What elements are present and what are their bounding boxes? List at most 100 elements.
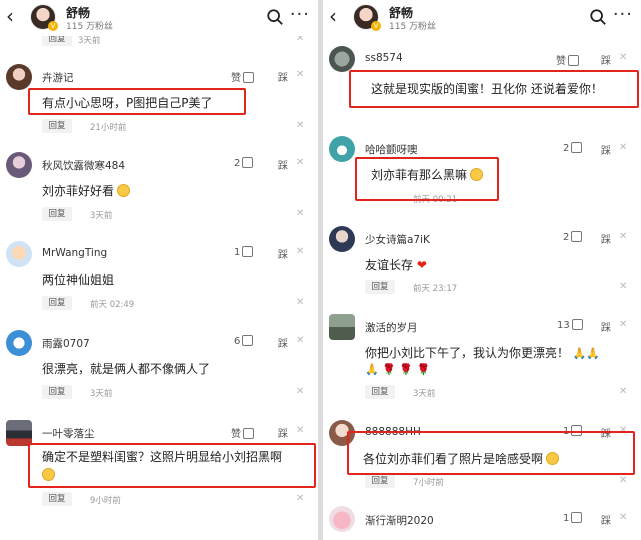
- praying-hands-emoji-icon: 🙏🙏: [569, 347, 600, 360]
- reply-button[interactable]: 回复: [42, 296, 72, 310]
- like-button[interactable]: 赞: [231, 425, 254, 440]
- comment-username[interactable]: 雨露0707: [42, 336, 90, 351]
- highlight-box: [28, 443, 316, 488]
- close-icon[interactable]: ✕: [296, 120, 304, 131]
- highlight-box: [349, 70, 639, 108]
- close-icon[interactable]: ✕: [296, 386, 304, 397]
- comment-username[interactable]: ss8574: [365, 52, 403, 64]
- dislike-button[interactable]: 踩: [601, 512, 611, 527]
- like-button[interactable]: 1: [563, 512, 583, 524]
- profile-avatar[interactable]: V: [353, 4, 381, 31]
- dislike-button[interactable]: 踩: [601, 142, 611, 157]
- page: ‹ V 舒畅 115 万粉丝 ··· 回复 3天前 ✕ 卉游记 赞 踩 ✕ 有点…: [0, 0, 641, 540]
- dislike-button[interactable]: 踩: [278, 157, 288, 172]
- dislike-button[interactable]: 踩: [601, 231, 611, 246]
- close-icon[interactable]: ✕: [619, 231, 627, 242]
- comment-time: 3天前: [413, 389, 436, 399]
- thumbs-up-icon: [571, 512, 583, 523]
- like-button[interactable]: 赞: [556, 52, 579, 67]
- user-avatar[interactable]: [329, 46, 355, 72]
- comment-username[interactable]: 激活的岁月: [365, 320, 418, 335]
- comment-username[interactable]: 少女诗篇a7iK: [365, 232, 430, 247]
- reply-button[interactable]: 回复: [42, 207, 72, 221]
- comment-time: 7小时前: [413, 478, 444, 488]
- close-icon[interactable]: ✕: [619, 281, 627, 292]
- reply-button[interactable]: 回复: [365, 474, 395, 488]
- dislike-button[interactable]: 踩: [601, 319, 611, 334]
- user-avatar[interactable]: [6, 420, 32, 446]
- close-icon[interactable]: ✕: [619, 142, 627, 153]
- thumbs-up-icon: [242, 335, 254, 346]
- comment-text: 刘亦菲好好看: [42, 182, 131, 199]
- like-button[interactable]: 2: [563, 142, 583, 154]
- close-icon[interactable]: ✕: [296, 69, 304, 80]
- close-icon[interactable]: ✕: [296, 493, 304, 504]
- praying-hands-emoji-icon: 🙏: [365, 363, 379, 376]
- close-icon[interactable]: ✕: [296, 297, 304, 308]
- close-icon[interactable]: ✕: [619, 475, 627, 486]
- close-icon[interactable]: ✕: [619, 52, 627, 63]
- close-icon[interactable]: ✕: [619, 512, 627, 523]
- close-icon[interactable]: ✕: [296, 425, 304, 436]
- more-options-icon[interactable]: ···: [290, 4, 310, 25]
- like-button[interactable]: 赞: [231, 69, 254, 84]
- user-avatar[interactable]: [6, 152, 32, 178]
- close-icon[interactable]: ✕: [619, 386, 627, 397]
- comment-text: 友谊长存 ❤: [365, 258, 427, 272]
- back-arrow-icon[interactable]: ‹: [6, 6, 26, 26]
- profile-header: ‹ V 舒畅 115 万粉丝 ···: [323, 0, 641, 36]
- reply-button[interactable]: 回复: [42, 119, 72, 133]
- user-avatar[interactable]: [329, 314, 355, 340]
- comment-username[interactable]: 一叶零落尘: [42, 426, 95, 441]
- like-button[interactable]: 1: [234, 246, 254, 258]
- back-arrow-icon[interactable]: ‹: [329, 6, 349, 26]
- search-icon[interactable]: [589, 8, 607, 26]
- comment-username[interactable]: 秋风饮露微寒484: [42, 158, 125, 173]
- search-icon[interactable]: [266, 8, 284, 26]
- close-icon[interactable]: ✕: [296, 335, 304, 346]
- profile-header: ‹ V 舒畅 115 万粉丝 ···: [0, 0, 318, 36]
- heart-emoji-icon: ❤: [413, 258, 427, 272]
- dislike-button[interactable]: 踩: [278, 246, 288, 261]
- reply-button[interactable]: 回复: [42, 492, 72, 506]
- profile-avatar[interactable]: V: [30, 4, 58, 31]
- user-avatar[interactable]: [329, 506, 355, 532]
- user-avatar[interactable]: [6, 241, 32, 267]
- like-button[interactable]: 2: [234, 157, 254, 169]
- close-icon[interactable]: ✕: [296, 208, 304, 219]
- more-options-icon[interactable]: ···: [613, 4, 633, 25]
- reply-button[interactable]: 回复: [42, 385, 72, 399]
- close-icon[interactable]: ✕: [619, 319, 627, 330]
- user-avatar[interactable]: [6, 64, 32, 90]
- highlight-box: [347, 431, 635, 475]
- comment-username[interactable]: 渐行渐明2020: [365, 513, 434, 528]
- right-screenshot-panel: ‹ V 舒畅 115 万粉丝 ··· ss8574 赞 踩 ✕ 这就是现实版的闺…: [323, 0, 641, 540]
- comment-username[interactable]: MrWangTing: [42, 247, 107, 259]
- highlight-box: [28, 88, 246, 115]
- reply-button[interactable]: 回复: [365, 280, 395, 294]
- user-avatar[interactable]: [6, 330, 32, 356]
- close-icon[interactable]: ✕: [296, 246, 304, 257]
- comment-username[interactable]: 卉游记: [42, 70, 74, 85]
- thumbs-up-icon: [571, 142, 583, 153]
- comment-text: 两位神仙姐姐: [42, 273, 115, 287]
- user-avatar[interactable]: [329, 226, 355, 252]
- like-button[interactable]: 2: [563, 231, 583, 243]
- close-icon[interactable]: ✕: [296, 157, 304, 168]
- profile-fans-count: 115 万粉丝: [389, 22, 437, 32]
- reply-button[interactable]: 回复: [365, 385, 395, 399]
- dislike-button[interactable]: 踩: [601, 52, 611, 67]
- dislike-button[interactable]: 踩: [278, 425, 288, 440]
- thumbs-up-icon: [568, 55, 579, 66]
- comment-text: 你把小刘比下午了，我认为你更漂亮！ 🙏🙏: [365, 346, 600, 360]
- comment-time: 3天前: [90, 211, 113, 221]
- like-button[interactable]: 13: [557, 319, 583, 331]
- comment-username[interactable]: 哈哈颤呀噢: [365, 142, 418, 157]
- user-avatar[interactable]: [329, 136, 355, 162]
- thumbs-up-icon: [243, 72, 254, 83]
- dislike-button[interactable]: 踩: [278, 335, 288, 350]
- dislike-button[interactable]: 踩: [278, 69, 288, 84]
- left-screenshot-panel: ‹ V 舒畅 115 万粉丝 ··· 回复 3天前 ✕ 卉游记 赞 踩 ✕ 有点…: [0, 0, 318, 540]
- emoji-row: 🙏 🌹 🌹 🌹: [365, 363, 430, 376]
- like-button[interactable]: 6: [234, 335, 254, 347]
